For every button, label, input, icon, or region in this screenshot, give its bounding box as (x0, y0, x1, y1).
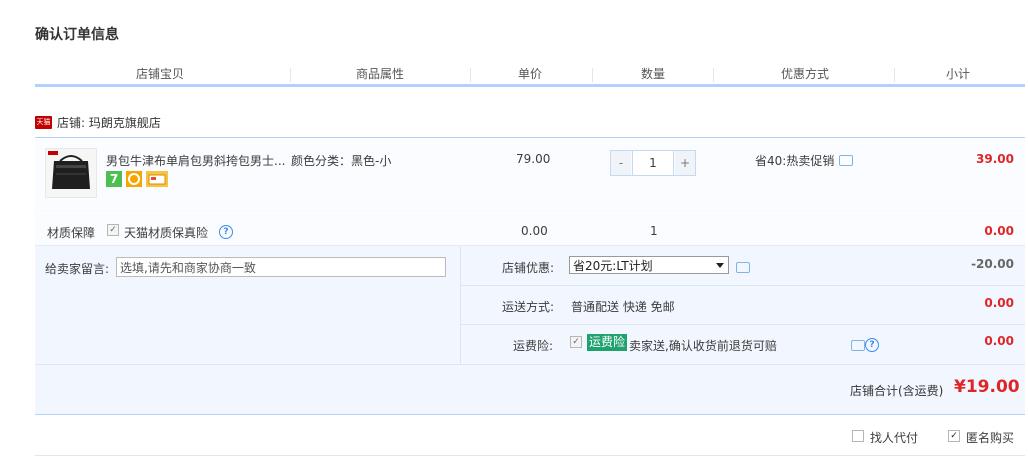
seven-day-return-icon: 7 (106, 171, 122, 187)
decrease-button[interactable]: - (611, 151, 631, 175)
guarantee-price: 0.00 (521, 224, 548, 238)
page-title: 确认订单信息 (35, 27, 119, 43)
header-divider (713, 68, 714, 82)
insurance-badge: 运费险 (587, 334, 628, 351)
tmall-icon: 天猫 (35, 116, 52, 129)
product-title[interactable]: 男包牛津布单肩包男斜挎包男士... (106, 152, 288, 169)
guarantee-option: 天猫材质保真险 (124, 226, 209, 240)
header-divider (894, 68, 895, 82)
insurance-text: 卖家送,确认收货前退货可赔 (629, 339, 777, 353)
header-item: 店铺宝贝 (135, 67, 184, 81)
bag-icon (48, 151, 90, 189)
guarantee-label: 材质保障 (47, 226, 96, 240)
divider (35, 364, 1025, 365)
shipping-label: 运送方式: (502, 300, 555, 314)
table-header: 店铺宝贝 商品属性 单价 数量 优惠方式 小计 (35, 64, 1025, 87)
shop-discount-selected: 省20元:LT计划 (573, 259, 653, 273)
header-divider (592, 68, 593, 82)
insurance-label: 运费险: (513, 339, 554, 353)
increase-button[interactable]: + (675, 151, 695, 175)
memo-input[interactable]: 选填,请先和商家协商一致 (116, 257, 446, 277)
chevron-down-icon (716, 263, 724, 268)
shipping-amount: 0.00 (984, 296, 1014, 310)
tmall-guarantee-icon (126, 171, 142, 187)
header-discount: 优惠方式 (780, 67, 829, 81)
insurance-amount: 0.00 (984, 334, 1014, 348)
proxy-pay-label[interactable]: 找人代付 (870, 429, 918, 446)
help-icon[interactable]: ? (219, 225, 233, 239)
guarantee-subtotal: 0.00 (984, 224, 1014, 238)
unit-price: 79.00 (516, 152, 551, 166)
order-item (35, 138, 1025, 213)
chat-icon[interactable] (736, 262, 750, 273)
divider (461, 324, 1025, 325)
quantity-stepper: - 1 + (610, 150, 696, 176)
header-quantity: 数量 (640, 67, 665, 81)
header-divider (470, 68, 471, 82)
product-attribute: 颜色分类：黑色-小 (291, 154, 392, 168)
insurance-checkbox[interactable]: ✓ (570, 336, 582, 348)
divider (460, 246, 461, 364)
header-divider (290, 68, 291, 82)
anonymous-label[interactable]: 匿名购买 (966, 429, 1014, 446)
total-label: 店铺合计(含运费) (850, 384, 944, 398)
header-subtotal: 小计 (945, 67, 970, 81)
product-image[interactable] (45, 148, 97, 198)
anonymous-checkbox[interactable]: ✓ (948, 430, 960, 442)
memo-label: 给卖家留言: (45, 262, 110, 276)
item-subtotal: 39.00 (976, 152, 1014, 166)
shop-discount-select[interactable]: 省20元:LT计划 (569, 256, 729, 274)
chat-icon[interactable] (851, 340, 865, 351)
shipping-value: 普通配送 快递 免邮 (571, 300, 675, 314)
divider (461, 285, 1025, 286)
discount-text: 省40:热卖促销 (755, 154, 835, 168)
divider (35, 455, 1025, 456)
total-value: ¥19.00 (954, 377, 1020, 397)
header-price: 单价 (517, 67, 542, 81)
shop-discount-label: 店铺优惠: (502, 261, 555, 275)
chat-icon[interactable] (839, 155, 853, 166)
help-icon[interactable]: ? (865, 338, 879, 352)
guarantee-checkbox[interactable]: ✓ (107, 224, 119, 236)
shop-discount-amount: -20.00 (971, 257, 1014, 271)
store-bar (35, 111, 1025, 138)
quantity-input[interactable]: 1 (632, 151, 674, 175)
proxy-pay-checkbox[interactable] (852, 430, 864, 442)
credit-card-icon (146, 171, 168, 187)
store-name[interactable]: 店铺: 玛朗克旗舰店 (57, 114, 161, 131)
header-attribute: 商品属性 (355, 67, 404, 81)
guarantee-quantity: 1 (650, 224, 658, 238)
